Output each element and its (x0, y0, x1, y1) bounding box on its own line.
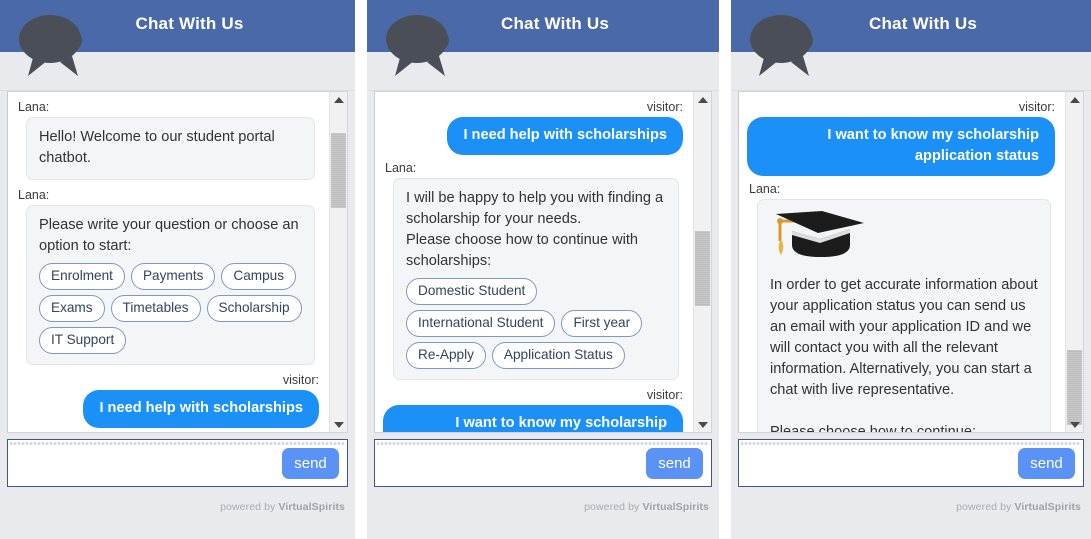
bot-message: Please write your question or choose an … (26, 205, 315, 365)
speaker-label: Lana: (749, 182, 781, 196)
scrollbar-thumb[interactable] (1067, 350, 1082, 426)
speaker-label: visitor: (282, 373, 319, 387)
user-message: I need help with scholarships (447, 117, 683, 155)
chat-widget-panel-1: Chat With Us Lana: Hello! Welcome to our… (0, 0, 355, 539)
option-enrolment[interactable]: Enrolment (39, 263, 125, 290)
option-first-year[interactable]: First year (561, 310, 643, 337)
speaker-label: Lana: (18, 188, 50, 202)
widget-header-band-1 (0, 52, 355, 91)
chat-log-wrapper-2: visitor: I need help with scholarships L… (374, 91, 712, 433)
scroll-down-arrow-icon[interactable] (1066, 417, 1083, 432)
chat-widget-panel-3: Chat With Us visitor: I want to know my … (731, 0, 1091, 539)
chat-log-2: visitor: I need help with scholarships L… (375, 92, 693, 432)
option-domestic-student[interactable]: Domestic Student (406, 278, 538, 305)
message-text-secondary: Please choose how to continue: (770, 424, 977, 432)
chat-scrollbar-3[interactable] (1065, 92, 1083, 432)
message-input-row-1: send (7, 439, 348, 487)
scrollbar-thumb[interactable] (331, 132, 346, 208)
message-text: In order to get accurate information abo… (770, 277, 1038, 398)
option-exams[interactable]: Exams (39, 295, 105, 322)
quick-reply-options: Domestic Student International Student F… (406, 278, 666, 369)
powered-by-label: powered by VirtualSpirits (584, 501, 709, 513)
speaker-label: visitor: (646, 388, 683, 402)
scrollbar-thumb[interactable] (695, 231, 710, 307)
message-text: Hello! Welcome to our student portal cha… (39, 129, 275, 166)
widget-header-3: Chat With Us (731, 0, 1091, 52)
powered-prefix: powered by (220, 501, 276, 513)
option-payments[interactable]: Payments (130, 263, 216, 290)
scroll-up-arrow-icon[interactable] (330, 92, 347, 107)
powered-brand: VirtualSpirits (278, 501, 345, 513)
bot-message: Hello! Welcome to our student portal cha… (26, 117, 315, 180)
bot-message: In order to get accurate information abo… (757, 199, 1051, 432)
widget-header-1: Chat With Us (0, 0, 355, 52)
option-international-student[interactable]: International Student (406, 310, 556, 337)
user-message: I want to know my scholarship applicatio… (747, 117, 1055, 176)
powered-by-label: powered by VirtualSpirits (956, 501, 1081, 513)
chatbot-comparison-stage: Chat With Us Lana: Hello! Welcome to our… (0, 0, 1091, 539)
bot-message: I will be happy to help you with finding… (393, 178, 679, 380)
option-application-status[interactable]: Application Status (491, 342, 625, 369)
option-scholarship[interactable]: Scholarship (206, 295, 302, 322)
chat-log-1: Lana: Hello! Welcome to our student port… (8, 92, 329, 432)
chat-log-wrapper-3: visitor: I want to know my scholarship a… (738, 91, 1084, 433)
send-button-1[interactable]: send (282, 448, 339, 479)
powered-brand: VirtualSpirits (1014, 501, 1081, 513)
powered-by-label: powered by VirtualSpirits (220, 501, 345, 513)
message-text: I will be happy to help you with finding… (406, 190, 664, 269)
chat-scrollbar-1[interactable] (329, 92, 347, 432)
chat-scrollbar-2[interactable] (693, 92, 711, 432)
option-re-apply[interactable]: Re-Apply (406, 342, 486, 369)
chat-log-wrapper-1: Lana: Hello! Welcome to our student port… (7, 91, 348, 433)
user-message: I want to know my scholarship applicatio… (383, 405, 683, 432)
scroll-down-arrow-icon[interactable] (694, 417, 711, 432)
user-message: I need help with scholarships (83, 390, 319, 428)
widget-footer-1: powered by VirtualSpirits (0, 487, 355, 539)
speaker-label: visitor: (646, 100, 683, 114)
widget-title-3: Chat With Us (868, 14, 978, 33)
widget-header-2: Chat With Us (367, 0, 719, 52)
message-input-row-3: send (738, 439, 1084, 487)
widget-title-1: Chat With Us (135, 14, 244, 33)
graduation-cap-icon (776, 211, 864, 257)
option-it-support[interactable]: IT Support (39, 327, 127, 354)
powered-prefix: powered by (584, 501, 640, 513)
widget-title-2: Chat With Us (500, 14, 610, 33)
speaker-label: Lana: (385, 161, 417, 175)
send-button-2[interactable]: send (646, 448, 703, 479)
scroll-up-arrow-icon[interactable] (694, 92, 711, 107)
quick-reply-options: Enrolment Payments Campus Exams Timetabl… (39, 263, 302, 354)
message-input-2[interactable] (383, 450, 633, 478)
message-input-row-2: send (374, 439, 712, 487)
widget-header-band-3 (731, 52, 1091, 91)
scroll-up-arrow-icon[interactable] (1066, 92, 1083, 107)
chat-widget-panel-2: Chat With Us visitor: I need help with s… (367, 0, 719, 539)
powered-brand: VirtualSpirits (642, 501, 709, 513)
message-text: Please write your question or choose an … (39, 217, 299, 254)
speaker-label: visitor: (1018, 100, 1055, 114)
message-input-3[interactable] (747, 450, 1005, 478)
message-input-1[interactable] (16, 450, 269, 478)
widget-footer-3: powered by VirtualSpirits (731, 487, 1091, 539)
widget-header-band-2 (367, 52, 719, 91)
option-timetables[interactable]: Timetables (110, 295, 201, 322)
speaker-label: Lana: (18, 100, 50, 114)
chat-log-3: visitor: I want to know my scholarship a… (739, 92, 1065, 432)
widget-footer-2: powered by VirtualSpirits (367, 487, 719, 539)
send-button-3[interactable]: send (1018, 448, 1075, 479)
scroll-down-arrow-icon[interactable] (330, 417, 347, 432)
option-campus[interactable]: Campus (221, 263, 297, 290)
powered-prefix: powered by (956, 501, 1012, 513)
